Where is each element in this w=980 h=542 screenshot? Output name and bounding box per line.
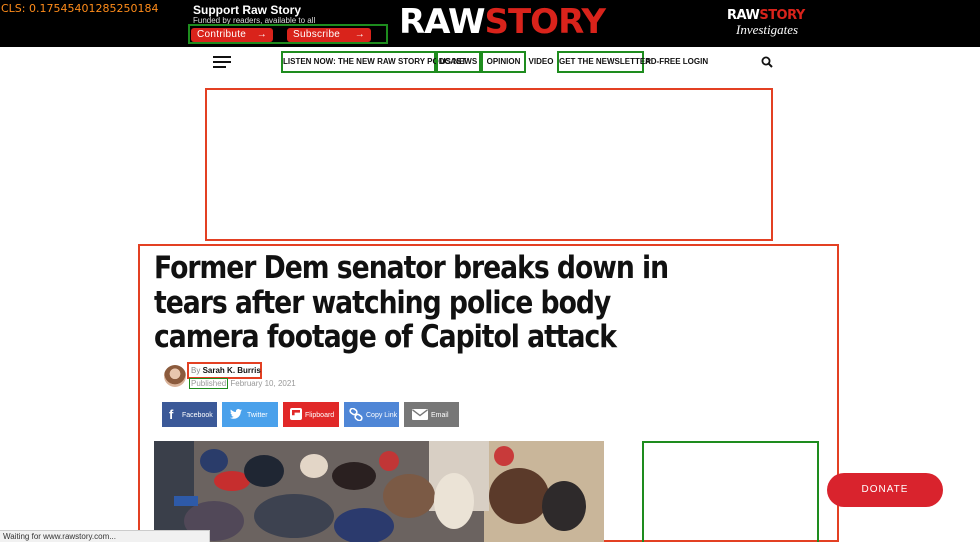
investigates-wordmark: RAWSTORY [727, 8, 805, 23]
byline: By Sarah K. Burris [187, 362, 262, 379]
author-link[interactable]: Sarah K. Burris [203, 366, 261, 375]
author-avatar [164, 365, 186, 387]
ad-slot-sidebar [642, 441, 819, 542]
rawstory-investigates-logo[interactable]: RAWSTORY Investigates [722, 2, 806, 42]
arrow-right-icon: → [354, 29, 365, 40]
nav-item-ad-free-login[interactable]: AD-FREE LOGIN [645, 53, 708, 75]
share-flipboard-label: Flipboard [305, 412, 335, 419]
byline-by: By [191, 366, 201, 375]
article-headline: Former Dem senator breaks down in tears … [154, 250, 669, 355]
capitol-crowd-image [154, 441, 604, 542]
published-label: Published [189, 378, 229, 389]
support-buttons-group: Contribute → Subscribe → [188, 24, 388, 44]
share-flipboard-button[interactable]: Flipboard [283, 402, 339, 427]
publish-date: Published February 10, 2021 [189, 378, 296, 389]
link-icon [349, 408, 363, 421]
support-title: Support Raw Story [193, 3, 302, 17]
share-facebook-button[interactable]: f Facebook [162, 402, 217, 427]
investigates-label: Investigates [736, 22, 799, 37]
contribute-label: Contribute [197, 29, 247, 40]
logo-raw-text: RAW [399, 2, 485, 42]
nav-item-podcast[interactable]: LISTEN NOW: THE NEW RAW STORY PODCAST [281, 51, 466, 73]
share-email-button[interactable]: Email [404, 402, 459, 427]
investigates-raw-text: RAW [727, 8, 760, 23]
subscribe-button[interactable]: Subscribe → [287, 28, 371, 42]
main-nav: LISTEN NOW: THE NEW RAW STORY PODCAST US… [0, 47, 980, 77]
search-icon[interactable] [761, 56, 773, 68]
logo-story-text: STORY [484, 2, 606, 42]
donate-button[interactable]: DONATE [827, 473, 943, 507]
nav-item-opinion[interactable]: OPINION [481, 51, 526, 73]
rawstory-logo[interactable]: RAWSTORY [399, 2, 606, 42]
nav-item-us-news[interactable]: US NEWS [436, 51, 481, 73]
contribute-button[interactable]: Contribute → [191, 28, 273, 42]
share-copy-link-button[interactable]: Copy Link [344, 402, 399, 427]
facebook-icon: f [169, 407, 174, 422]
share-twitter-button[interactable]: Twitter [222, 402, 278, 427]
email-icon [412, 409, 428, 420]
ad-slot-top [205, 88, 773, 241]
twitter-icon [230, 409, 242, 419]
nav-item-newsletter[interactable]: GET THE NEWSLETTER [557, 51, 651, 73]
browser-status-bar: Waiting for www.rawstory.com... [0, 530, 210, 542]
subscribe-label: Subscribe [293, 29, 341, 40]
cls-debug-readout: CLS: 0.17545401285250184 [1, 2, 159, 15]
share-email-label: Email [431, 412, 449, 419]
investigates-story-text: STORY [759, 8, 805, 23]
nav-item-video[interactable]: VIDEO [527, 53, 555, 75]
article-photo [154, 441, 604, 542]
share-facebook-label: Facebook [182, 412, 213, 419]
share-twitter-label: Twitter [247, 412, 268, 419]
arrow-right-icon: → [256, 29, 267, 40]
menu-icon[interactable] [213, 56, 231, 68]
share-copy-link-label: Copy Link [366, 412, 398, 419]
publish-date-value: February 10, 2021 [230, 379, 296, 388]
flipboard-icon [290, 408, 302, 420]
